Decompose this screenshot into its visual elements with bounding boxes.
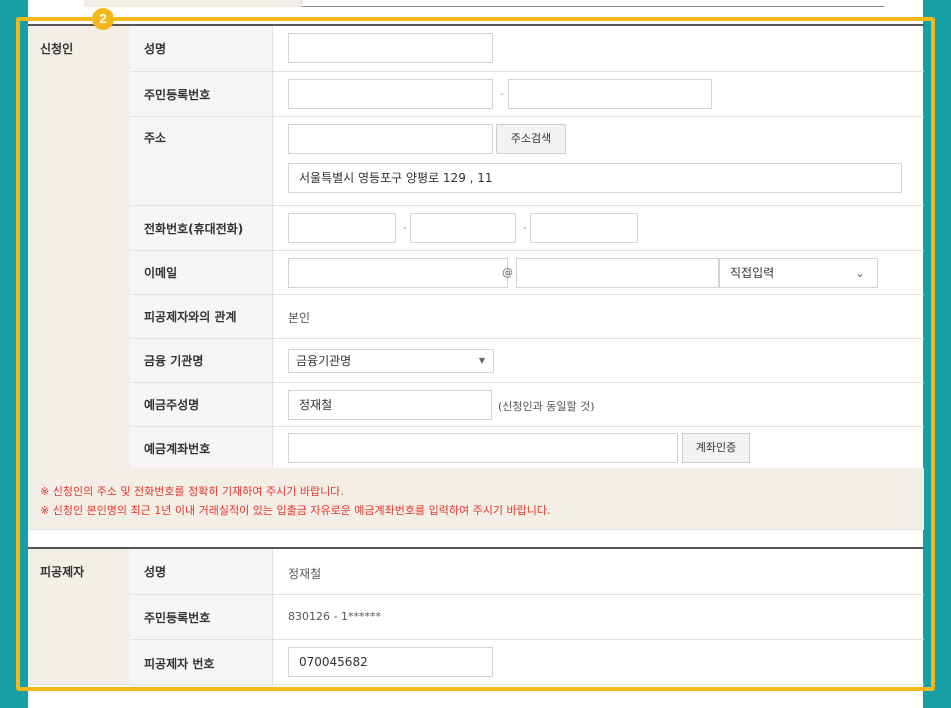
email-domain-select-label: 직접입력 xyxy=(730,266,775,280)
applicant-phone-label: 전화번호(휴대전화) xyxy=(130,206,273,250)
address-search-button[interactable]: 주소검색 xyxy=(496,124,566,154)
phone-part2-input[interactable] xyxy=(410,213,516,243)
insured-rrn-value: 830126 - 1****** xyxy=(288,610,381,623)
applicant-address-label: 주소 xyxy=(130,117,273,205)
applicant-name-row: 성명 xyxy=(130,26,924,72)
insured-section-label: 피공제자 xyxy=(28,549,130,684)
applicant-name-label: 성명 xyxy=(130,26,273,71)
account-number-row: 예금계좌번호 계좌인증 xyxy=(130,427,924,470)
phone-part3-input[interactable] xyxy=(530,213,638,243)
account-holder-input[interactable]: 정재철 xyxy=(288,390,492,420)
insured-member-label: 피공제자 번호 xyxy=(130,640,273,686)
account-holder-label: 예금주성명 xyxy=(130,383,273,426)
dropdown-triangle-icon: ▼ xyxy=(478,356,485,365)
applicant-name-input[interactable] xyxy=(288,33,493,63)
relation-value: 본인 xyxy=(288,311,311,325)
address-detail-input[interactable]: 서울특별시 영등포구 양평로 129 , 11 xyxy=(288,163,902,193)
applicant-email-row: 이메일 @ 직접입력 ⌄ xyxy=(130,251,924,295)
applicant-relation-label: 피공제자와의 관계 xyxy=(130,295,273,338)
applicant-bank-label: 금융 기관명 xyxy=(130,339,273,382)
applicant-address-row: 주소 주소검색 서울특별시 영등포구 양평로 129 , 11 xyxy=(130,117,924,206)
email-id-input[interactable] xyxy=(288,258,508,288)
bank-select-label: 금융기관명 xyxy=(296,354,352,368)
rrn-separator: - xyxy=(500,87,504,100)
applicant-relation-row: 피공제자와의 관계 본인 xyxy=(130,295,924,339)
insured-rrn-label: 주민등록번호 xyxy=(130,595,273,639)
applicant-section: 신청인 성명 주민등록번호 - 주소 주소검색 서울특별시 영등포구 양평로 1… xyxy=(28,24,924,470)
notice-line-1: ※ 신청인의 주소 및 전화번호를 정확히 기재하여 주시기 바랍니다. xyxy=(40,485,344,498)
applicant-rrn-row: 주민등록번호 - xyxy=(130,72,924,117)
chevron-down-icon: ⌄ xyxy=(854,266,865,280)
account-holder-row: 예금주성명 정재철 (신청인과 동일할 것) xyxy=(130,383,924,427)
rrn-front-input[interactable] xyxy=(288,79,493,109)
email-domain-select[interactable]: 직접입력 ⌄ xyxy=(719,258,878,288)
account-number-input[interactable] xyxy=(288,433,678,463)
applicant-email-label: 이메일 xyxy=(130,251,273,294)
email-domain-input[interactable] xyxy=(516,258,719,288)
phone-separator-1: - xyxy=(403,221,407,234)
notice-line-2: ※ 신청인 본인명의 최근 1년 이내 거래실적이 있는 입출금 자유로운 예금… xyxy=(40,504,551,517)
account-verify-button[interactable]: 계좌인증 xyxy=(682,433,750,463)
account-holder-note: (신청인과 동일할 것) xyxy=(498,400,595,413)
applicant-bank-row: 금융 기관명 금융기관명 ▼ xyxy=(130,339,924,383)
applicant-rrn-label: 주민등록번호 xyxy=(130,72,273,116)
insured-rrn-row: 주민등록번호 830126 - 1****** xyxy=(130,595,924,640)
phone-part1-input[interactable] xyxy=(288,213,396,243)
applicant-section-label: 신청인 xyxy=(28,26,130,468)
section-bottom-border xyxy=(28,684,924,685)
insured-name-row: 성명 정재철 xyxy=(130,549,924,595)
email-at-sign: @ xyxy=(502,266,513,279)
insured-member-input[interactable]: 070045682 xyxy=(288,647,493,677)
account-number-label: 예금계좌번호 xyxy=(130,427,273,470)
insured-name-label: 성명 xyxy=(130,549,273,594)
notice-box: ※ 신청인의 주소 및 전화번호를 정확히 기재하여 주시기 바랍니다. ※ 신… xyxy=(28,468,924,530)
insured-section: 피공제자 성명 정재철 주민등록번호 830126 - 1****** 피공제자… xyxy=(28,547,924,686)
bank-select[interactable]: 금융기관명 ▼ xyxy=(288,349,494,373)
insured-name-value: 정재철 xyxy=(288,567,322,581)
applicant-phone-row: 전화번호(휴대전화) - - xyxy=(130,206,924,251)
previous-section-edge xyxy=(84,0,884,7)
insured-member-row: 피공제자 번호 070045682 xyxy=(130,640,924,686)
phone-separator-2: - xyxy=(523,221,527,234)
rrn-back-input[interactable] xyxy=(508,79,712,109)
step-badge: 2 xyxy=(92,8,114,30)
zipcode-input[interactable] xyxy=(288,124,493,154)
